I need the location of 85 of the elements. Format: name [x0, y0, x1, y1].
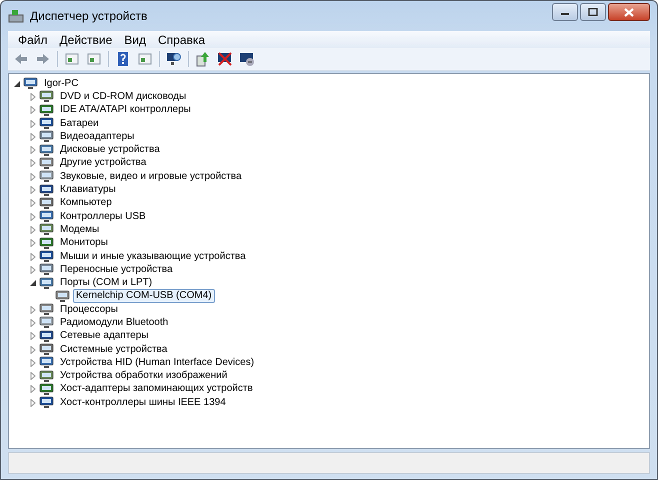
- expand-arrow-icon[interactable]: [29, 372, 37, 380]
- expand-arrow-icon[interactable]: [29, 226, 37, 234]
- tree-item[interactable]: Устройства обработки изображений: [57, 369, 230, 384]
- window-title: Диспетчер устройств: [30, 9, 148, 23]
- maximize-icon: [588, 8, 598, 16]
- expand-arrow-icon[interactable]: [29, 92, 37, 101]
- collapse-arrow-icon[interactable]: [29, 279, 37, 288]
- tree-item[interactable]: Клавиатуры: [57, 183, 119, 198]
- device-icon: [39, 276, 54, 290]
- tree-item[interactable]: Контроллеры USB: [57, 210, 149, 224]
- expand-arrow-icon[interactable]: [29, 358, 37, 367]
- device-icon: [39, 223, 54, 236]
- collapse-arrow-icon[interactable]: [13, 80, 21, 88]
- expand-arrow-icon[interactable]: [29, 159, 37, 168]
- tree-item[interactable]: Мыши и иные указывающие устройства: [57, 250, 249, 264]
- device-icon: [39, 396, 54, 410]
- expand-arrow-icon[interactable]: [29, 212, 37, 221]
- expand-arrow-icon[interactable]: [29, 346, 37, 354]
- device-icon: [39, 117, 54, 130]
- device-icon: [39, 184, 54, 197]
- computer-icon: [8, 9, 24, 23]
- expand-arrow-icon[interactable]: [29, 318, 37, 327]
- tree-item[interactable]: Сетевые адаптеры: [57, 329, 152, 344]
- expand-arrow-icon[interactable]: [29, 252, 37, 260]
- tree-item[interactable]: Хост-контроллеры шины IEEE 1394: [57, 396, 229, 410]
- device-icon: [39, 130, 54, 144]
- expand-arrow-icon[interactable]: [29, 132, 37, 141]
- tree-item[interactable]: Переносные устройства: [57, 262, 176, 277]
- tree-item[interactable]: Хост-адаптеры запоминающих устройств: [57, 382, 256, 396]
- tree-item[interactable]: Компьютер: [57, 196, 115, 210]
- menu-item[interactable]: Действие: [54, 32, 118, 46]
- expand-arrow-icon[interactable]: [29, 146, 37, 154]
- tree-item[interactable]: Батареи: [57, 116, 102, 131]
- device-icon: [39, 316, 54, 330]
- tree-item[interactable]: Системные устройства: [57, 342, 170, 357]
- expand-arrow-icon[interactable]: [29, 199, 37, 208]
- tree-item[interactable]: Устройства HID (Human Interface Devices): [57, 356, 258, 370]
- expand-arrow-icon[interactable]: [29, 186, 37, 194]
- device-icon: [39, 210, 54, 224]
- minimize-button[interactable]: [552, 3, 578, 21]
- expand-arrow-icon[interactable]: [29, 239, 37, 248]
- expand-arrow-icon[interactable]: [29, 332, 37, 340]
- close-icon: [624, 8, 634, 16]
- expand-arrow-icon[interactable]: [29, 306, 37, 314]
- device-icon: [39, 330, 54, 343]
- expand-arrow-icon[interactable]: [29, 106, 37, 114]
- maximize-button[interactable]: [580, 3, 606, 21]
- menu-item[interactable]: Файл: [12, 32, 54, 46]
- menu-item[interactable]: Вид: [118, 32, 152, 46]
- tree-item[interactable]: IDE ATA/ATAPI контроллеры: [57, 103, 194, 118]
- device-icon: [39, 263, 54, 276]
- device-icon: [39, 356, 54, 370]
- expand-arrow-icon[interactable]: [29, 172, 37, 181]
- device-icon: [39, 343, 54, 356]
- device-icon: [39, 236, 54, 250]
- menu-item[interactable]: Справка: [152, 32, 212, 46]
- tree-item[interactable]: Мониторы: [57, 236, 111, 250]
- tree-item[interactable]: DVD и CD-ROM дисководы: [57, 90, 190, 104]
- device-icon: [39, 382, 54, 396]
- device-icon: [39, 370, 54, 383]
- tree-item[interactable]: Дисковые устройства: [57, 143, 163, 158]
- device-icon: [39, 104, 54, 117]
- tree-item[interactable]: Другие устройства: [57, 156, 150, 170]
- device-icon: [39, 144, 54, 157]
- close-button[interactable]: [608, 3, 650, 21]
- tree-item[interactable]: Kernelchip COM-USB (COM4): [73, 289, 215, 304]
- tree-item[interactable]: Звуковые, видео и игровые устройства: [57, 170, 245, 184]
- device-icon: [39, 90, 54, 104]
- device-icon: [39, 156, 54, 170]
- expand-arrow-icon[interactable]: [29, 398, 37, 407]
- expand-arrow-icon[interactable]: [29, 266, 37, 274]
- expand-arrow-icon[interactable]: [29, 120, 37, 128]
- device-icon: [39, 250, 54, 263]
- tree-item[interactable]: Модемы: [57, 222, 102, 237]
- tree-item[interactable]: Igor-PC: [41, 76, 82, 91]
- tree-item[interactable]: Порты (COM и LPT): [57, 276, 156, 290]
- tree-item[interactable]: Процессоры: [57, 302, 121, 317]
- tree-item[interactable]: Радиомодули Bluetooth: [57, 316, 172, 330]
- device-icon: [39, 170, 54, 184]
- expand-arrow-icon[interactable]: [29, 385, 37, 394]
- device-icon: [23, 77, 38, 90]
- tree-item[interactable]: Видеоадаптеры: [57, 130, 138, 144]
- device-icon: [39, 303, 54, 316]
- device-icon: [39, 196, 54, 210]
- device-icon: [55, 290, 70, 303]
